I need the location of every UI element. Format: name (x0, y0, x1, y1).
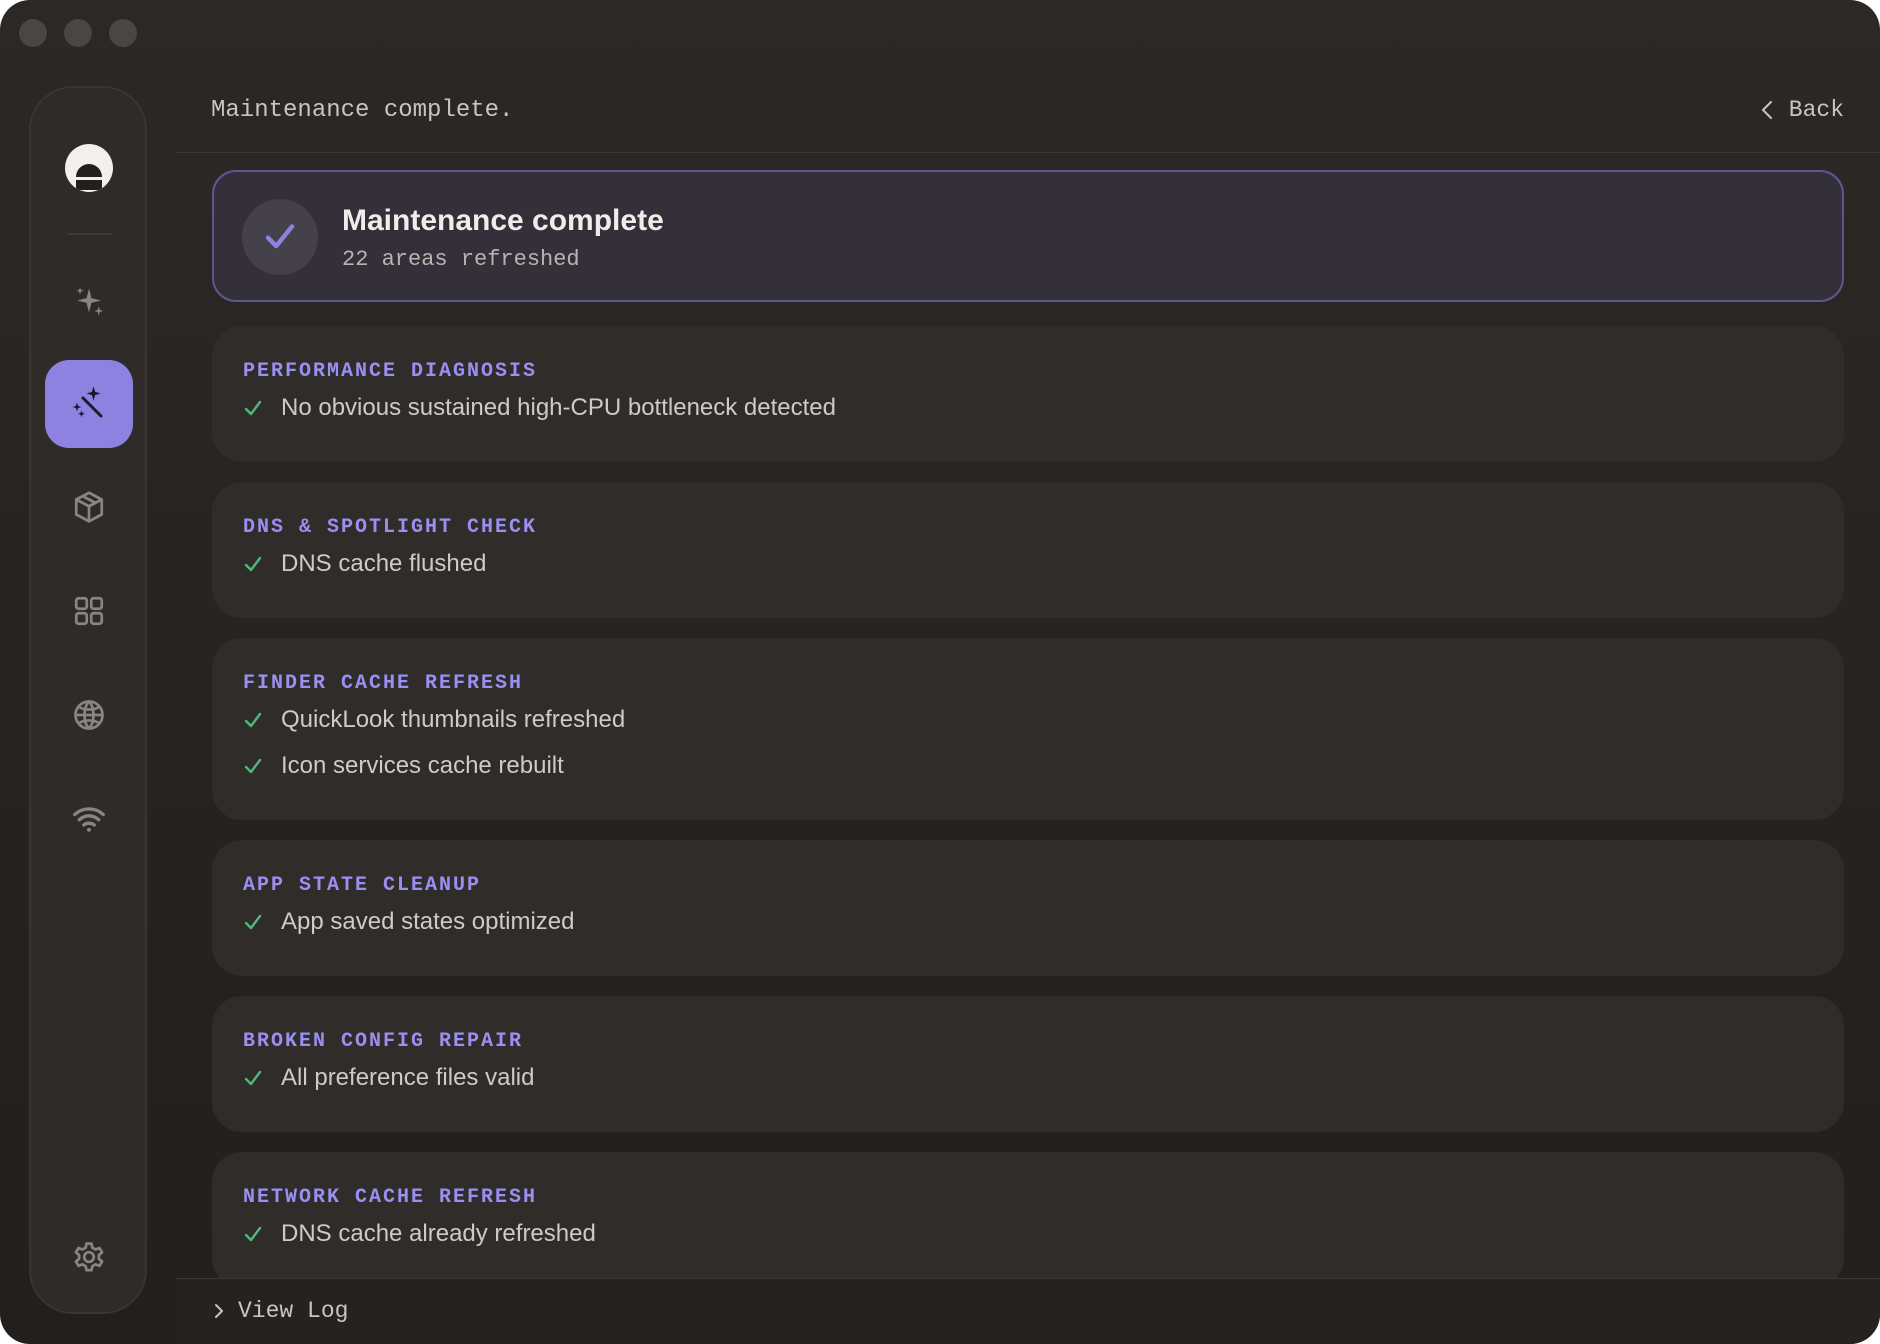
task-card-network-cache: NETWORK CACHE REFRESH DNS cache already … (212, 1152, 1844, 1278)
sidebar (29, 86, 147, 1314)
task-result-row: No obvious sustained high-CPU bottleneck… (243, 385, 1813, 431)
task-result-row: Icon services cache rebuilt (243, 743, 1813, 789)
sidebar-item-settings[interactable] (45, 1213, 133, 1301)
sparkles-icon (76, 287, 104, 316)
check-icon (244, 758, 262, 774)
footer-bar (176, 1279, 1880, 1344)
task-result-row: DNS cache already refreshed (243, 1211, 1813, 1257)
task-card-performance: PERFORMANCE DIAGNOSIS No obvious sustain… (212, 326, 1844, 462)
zoom-window-button[interactable] (109, 19, 137, 47)
check-icon (244, 914, 262, 930)
view-log-label: View Log (238, 1298, 349, 1324)
globe-icon (74, 700, 104, 730)
success-badge (242, 199, 318, 275)
magic-wand-icon (72, 386, 103, 418)
task-card-dns-spotlight: DNS & SPOTLIGHT CHECK DNS cache flushed (212, 482, 1844, 618)
package-icon (74, 491, 104, 523)
grid-icon (74, 596, 104, 626)
check-icon (244, 556, 262, 572)
window-controls (19, 19, 137, 47)
task-title: NETWORK CACHE REFRESH (243, 1186, 538, 1209)
task-card-finder-cache: FINDER CACHE REFRESH QuickLook thumbnail… (212, 638, 1844, 820)
view-log-toggle[interactable]: View Log (212, 1298, 348, 1324)
app-window: Maintenance complete. Back Maintenance c… (0, 0, 1880, 1344)
task-card-broken-config: BROKEN CONFIG REPAIR All preference file… (212, 996, 1844, 1132)
task-result-row: DNS cache flushed (243, 541, 1813, 587)
task-title: BROKEN CONFIG REPAIR (243, 1030, 524, 1053)
task-card-app-state: APP STATE CLEANUP App saved states optim… (212, 840, 1844, 976)
wifi-icon (73, 807, 105, 832)
maintenance-results-list[interactable]: PERFORMANCE DIAGNOSIS No obvious sustain… (212, 326, 1844, 1278)
header-divider (176, 152, 1880, 153)
gear-icon (74, 1242, 104, 1272)
task-result-text: App saved states optimized (281, 908, 575, 935)
task-title: DNS & SPOTLIGHT CHECK (243, 516, 538, 539)
sidebar-item-packages[interactable] (45, 463, 133, 551)
task-result-row: All preference files valid (243, 1055, 1813, 1101)
close-window-button[interactable] (19, 19, 47, 47)
check-icon (244, 400, 262, 416)
app-logo-icon[interactable] (65, 144, 113, 192)
sidebar-item-apps[interactable] (45, 567, 133, 655)
task-result-text: All preference files valid (281, 1064, 535, 1091)
chevron-left-icon (1761, 101, 1772, 119)
back-button[interactable]: Back (1759, 97, 1844, 123)
sidebar-item-maintenance[interactable] (45, 360, 133, 448)
sidebar-item-wifi[interactable] (45, 775, 133, 863)
summary-subtitle: 22 areas refreshed (342, 247, 580, 272)
minimize-window-button[interactable] (64, 19, 92, 47)
page-title: Maintenance complete. (211, 97, 514, 124)
task-title: APP STATE CLEANUP (243, 874, 482, 897)
check-icon (244, 712, 262, 728)
chevron-right-icon (215, 1304, 223, 1318)
back-button-label: Back (1788, 97, 1844, 123)
task-title: PERFORMANCE DIAGNOSIS (243, 360, 538, 383)
sidebar-item-sparkles[interactable] (45, 258, 133, 346)
task-result-text: QuickLook thumbnails refreshed (281, 706, 626, 733)
summary-title: Maintenance complete (342, 204, 664, 237)
task-result-text: No obvious sustained high-CPU bottleneck… (281, 394, 836, 421)
checkmark-icon (265, 224, 295, 249)
sidebar-item-network[interactable] (45, 671, 133, 759)
check-icon (244, 1226, 262, 1242)
task-result-text: DNS cache flushed (281, 550, 487, 577)
task-result-text: Icon services cache rebuilt (281, 752, 564, 779)
summary-card: Maintenance complete 22 areas refreshed (212, 170, 1844, 302)
check-icon (244, 1070, 262, 1086)
task-result-row: App saved states optimized (243, 899, 1813, 945)
task-result-row: QuickLook thumbnails refreshed (243, 697, 1813, 743)
sidebar-divider (67, 233, 111, 235)
task-result-text: DNS cache already refreshed (281, 1220, 596, 1247)
task-title: FINDER CACHE REFRESH (243, 672, 524, 695)
